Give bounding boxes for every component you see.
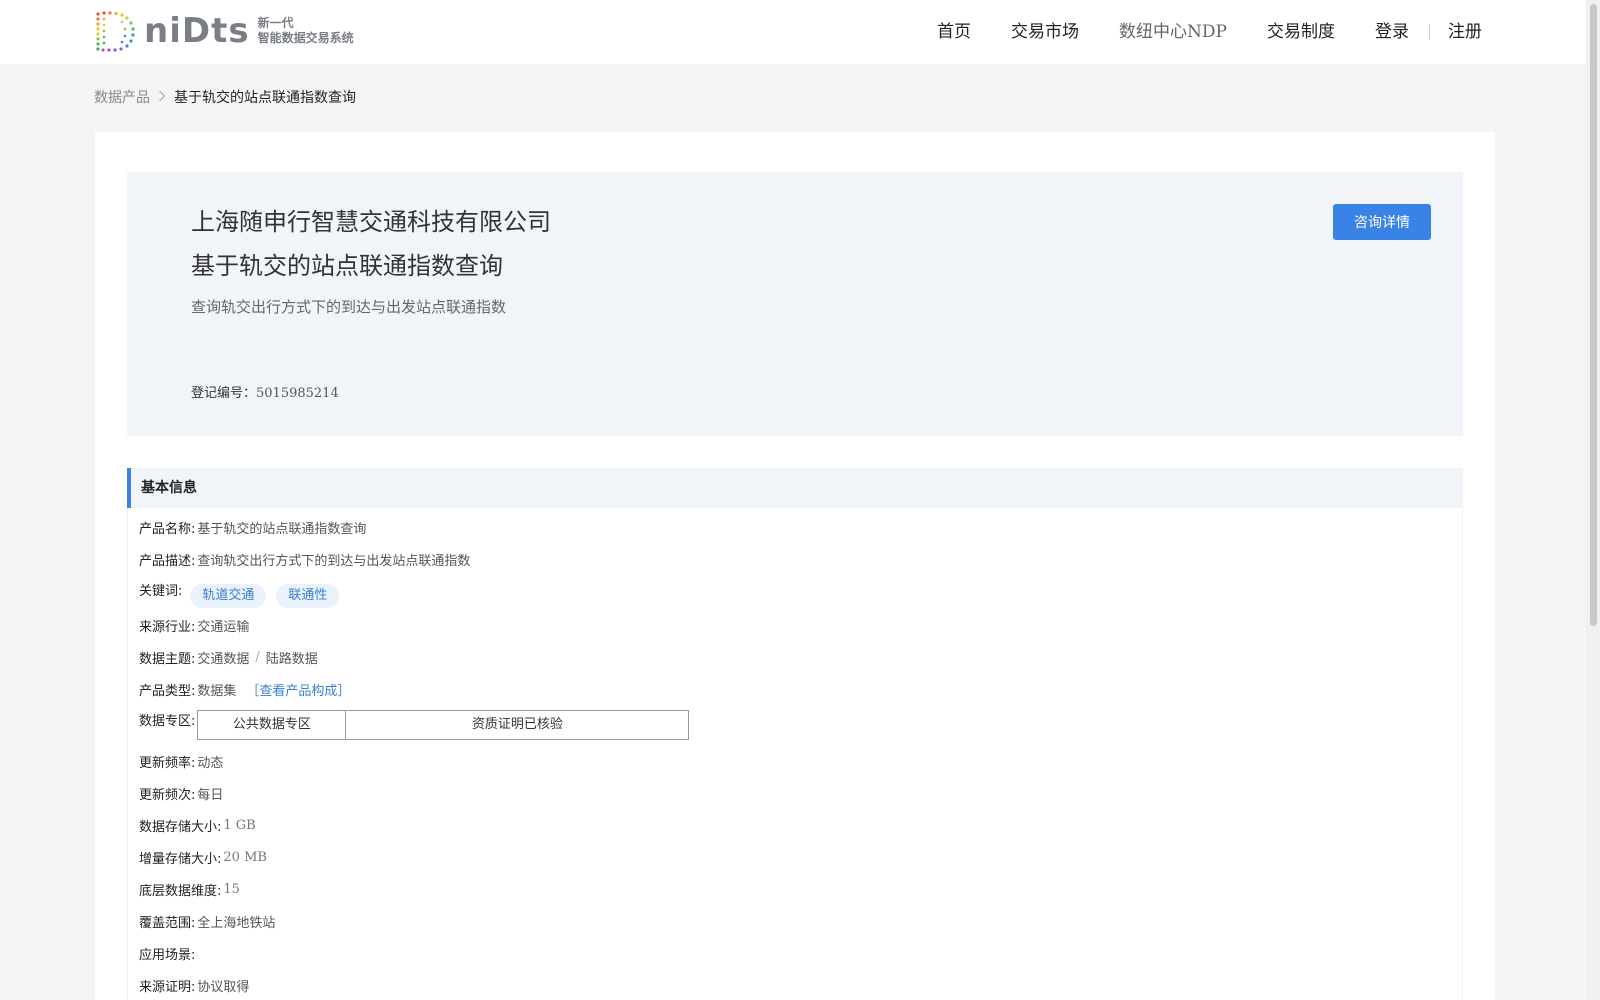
product-detail-card: 上海随申行智慧交通科技有限公司 基于轨交的站点联通指数查询 查询轨交出行方式下的… bbox=[95, 132, 1495, 1000]
info-value: 1 GB bbox=[223, 817, 256, 833]
info-row-type: 产品类型: 数据集 ［查看产品构成］ bbox=[139, 678, 350, 700]
zone-cell: 公共数据专区 bbox=[198, 711, 347, 739]
info-row-dimension: 底层数据维度: 15 bbox=[139, 878, 240, 900]
info-value: 每日 bbox=[197, 787, 224, 803]
scrollbar-thumb[interactable] bbox=[1590, 4, 1597, 626]
info-value: 全上海地铁站 bbox=[197, 915, 276, 931]
nav-divider bbox=[1429, 24, 1430, 40]
product-title: 基于轨交的站点联通指数查询 bbox=[191, 252, 503, 280]
breadcrumb-data-products[interactable]: 数据产品 bbox=[94, 87, 150, 107]
info-row-zone: 数据专区: 公共数据专区 资质证明已核验 bbox=[139, 710, 690, 742]
info-label: 更新频次: bbox=[139, 787, 196, 803]
info-value: 20 MB bbox=[223, 849, 267, 865]
info-value: 数据集 bbox=[197, 683, 237, 699]
logo[interactable]: niDts 新一代 智能数据交易系统 bbox=[94, 10, 354, 52]
info-row-source-proof: 来源证明: 协议取得 bbox=[139, 974, 249, 996]
info-label: 底层数据维度: bbox=[139, 883, 222, 899]
keyword-tag[interactable]: 联通性 bbox=[276, 584, 340, 608]
consult-details-button[interactable]: 咨询详情 bbox=[1333, 204, 1431, 240]
info-label: 增量存储大小: bbox=[139, 851, 222, 867]
view-product-composition-link[interactable]: ［查看产品构成］ bbox=[246, 680, 350, 699]
registration-label: 登记编号： bbox=[191, 386, 257, 401]
info-row-storage-size: 数据存储大小: 1 GB bbox=[139, 814, 256, 836]
info-label: 数据主题: bbox=[139, 651, 196, 667]
chevron-right-icon bbox=[158, 90, 166, 105]
info-row-coverage: 覆盖范围: 全上海地铁站 bbox=[139, 910, 275, 932]
info-value: 基于轨交的站点联通指数查询 bbox=[197, 521, 367, 537]
info-value: 15 bbox=[223, 881, 240, 897]
provider-name: 上海随申行智慧交通科技有限公司 bbox=[191, 208, 551, 236]
info-row-product-desc: 产品描述: 查询轨交出行方式下的到达与出发站点联通指数 bbox=[139, 548, 470, 570]
nav-home[interactable]: 首页 bbox=[937, 0, 971, 64]
logo-wordmark: niDts bbox=[144, 11, 250, 51]
info-row-product-name: 产品名称: 基于轨交的站点联通指数查询 bbox=[139, 516, 366, 538]
info-label: 数据存储大小: bbox=[139, 819, 222, 835]
info-value: 交通数据 bbox=[197, 651, 250, 667]
nav-register[interactable]: 注册 bbox=[1448, 0, 1482, 64]
basic-info-header: 基本信息 bbox=[127, 468, 1463, 508]
registration-value: 5015985214 bbox=[256, 386, 339, 401]
breadcrumb: 数据产品 基于轨交的站点联通指数查询 bbox=[94, 86, 356, 108]
info-value: 查询轨交出行方式下的到达与出发站点联通指数 bbox=[197, 553, 471, 569]
info-label: 关键词: bbox=[139, 584, 183, 599]
page-scrollbar[interactable] bbox=[1586, 0, 1600, 1000]
info-row-keywords: 关键词: 轨道交通 联通性 bbox=[139, 580, 349, 608]
info-label: 来源证明: bbox=[139, 979, 196, 995]
logo-tagline-line1: 新一代 bbox=[257, 16, 294, 30]
product-summary: 查询轨交出行方式下的到达与出发站点联通指数 bbox=[191, 298, 507, 316]
basic-info-list: 产品名称: 基于轨交的站点联通指数查询 产品描述: 查询轨交出行方式下的到达与出… bbox=[127, 508, 1463, 1000]
logo-tagline: 新一代 智能数据交易系统 bbox=[258, 16, 354, 46]
info-value: 动态 bbox=[197, 755, 224, 771]
info-row-theme: 数据主题: 交通数据 / 陆路数据 bbox=[139, 646, 318, 668]
info-row-scenario: 应用场景: bbox=[139, 942, 197, 964]
keyword-tag[interactable]: 轨道交通 bbox=[190, 584, 267, 608]
info-label: 数据专区: bbox=[139, 714, 196, 729]
info-row-update-frequency: 更新频率: 动态 bbox=[139, 750, 223, 772]
info-value: 交通运输 bbox=[197, 619, 250, 635]
logo-mark-icon bbox=[96, 11, 135, 52]
info-label: 来源行业: bbox=[139, 619, 196, 635]
info-row-industry: 来源行业: 交通运输 bbox=[139, 614, 249, 636]
info-value: 协议取得 bbox=[197, 979, 250, 995]
info-value: 陆路数据 bbox=[265, 651, 318, 667]
info-label: 覆盖范围: bbox=[139, 915, 196, 931]
info-label: 产品描述: bbox=[139, 553, 196, 569]
basic-info-title: 基本信息 bbox=[141, 480, 197, 496]
info-label: 产品名称: bbox=[139, 521, 196, 537]
top-navbar: niDts 新一代 智能数据交易系统 首页 交易市场 数纽中心NDP 交易制度 … bbox=[0, 0, 1586, 64]
zone-cell: 资质证明已核验 bbox=[471, 717, 563, 732]
nav-trade-rules[interactable]: 交易制度 bbox=[1267, 0, 1335, 64]
registration-number: 登记编号：5015985214 bbox=[191, 382, 339, 401]
nav-market[interactable]: 交易市场 bbox=[1011, 0, 1079, 64]
info-label: 产品类型: bbox=[139, 683, 196, 699]
main-nav: 首页 交易市场 数纽中心NDP 交易制度 登录 注册 bbox=[897, 0, 1482, 64]
data-zone-table: 公共数据专区 资质证明已核验 bbox=[197, 710, 690, 740]
info-label: 更新频率: bbox=[139, 755, 196, 771]
breadcrumb-current: 基于轨交的站点联通指数查询 bbox=[174, 90, 356, 106]
theme-separator: / bbox=[255, 649, 260, 665]
info-label: 应用场景: bbox=[139, 947, 196, 963]
info-row-increment-size: 增量存储大小: 20 MB bbox=[139, 846, 267, 868]
info-row-update-cycle: 更新频次: 每日 bbox=[139, 782, 223, 804]
nav-ndp-center[interactable]: 数纽中心NDP bbox=[1119, 0, 1227, 64]
logo-tagline-line2: 智能数据交易系统 bbox=[257, 31, 354, 45]
nav-login[interactable]: 登录 bbox=[1375, 0, 1409, 64]
product-hero: 上海随申行智慧交通科技有限公司 基于轨交的站点联通指数查询 查询轨交出行方式下的… bbox=[127, 172, 1463, 436]
